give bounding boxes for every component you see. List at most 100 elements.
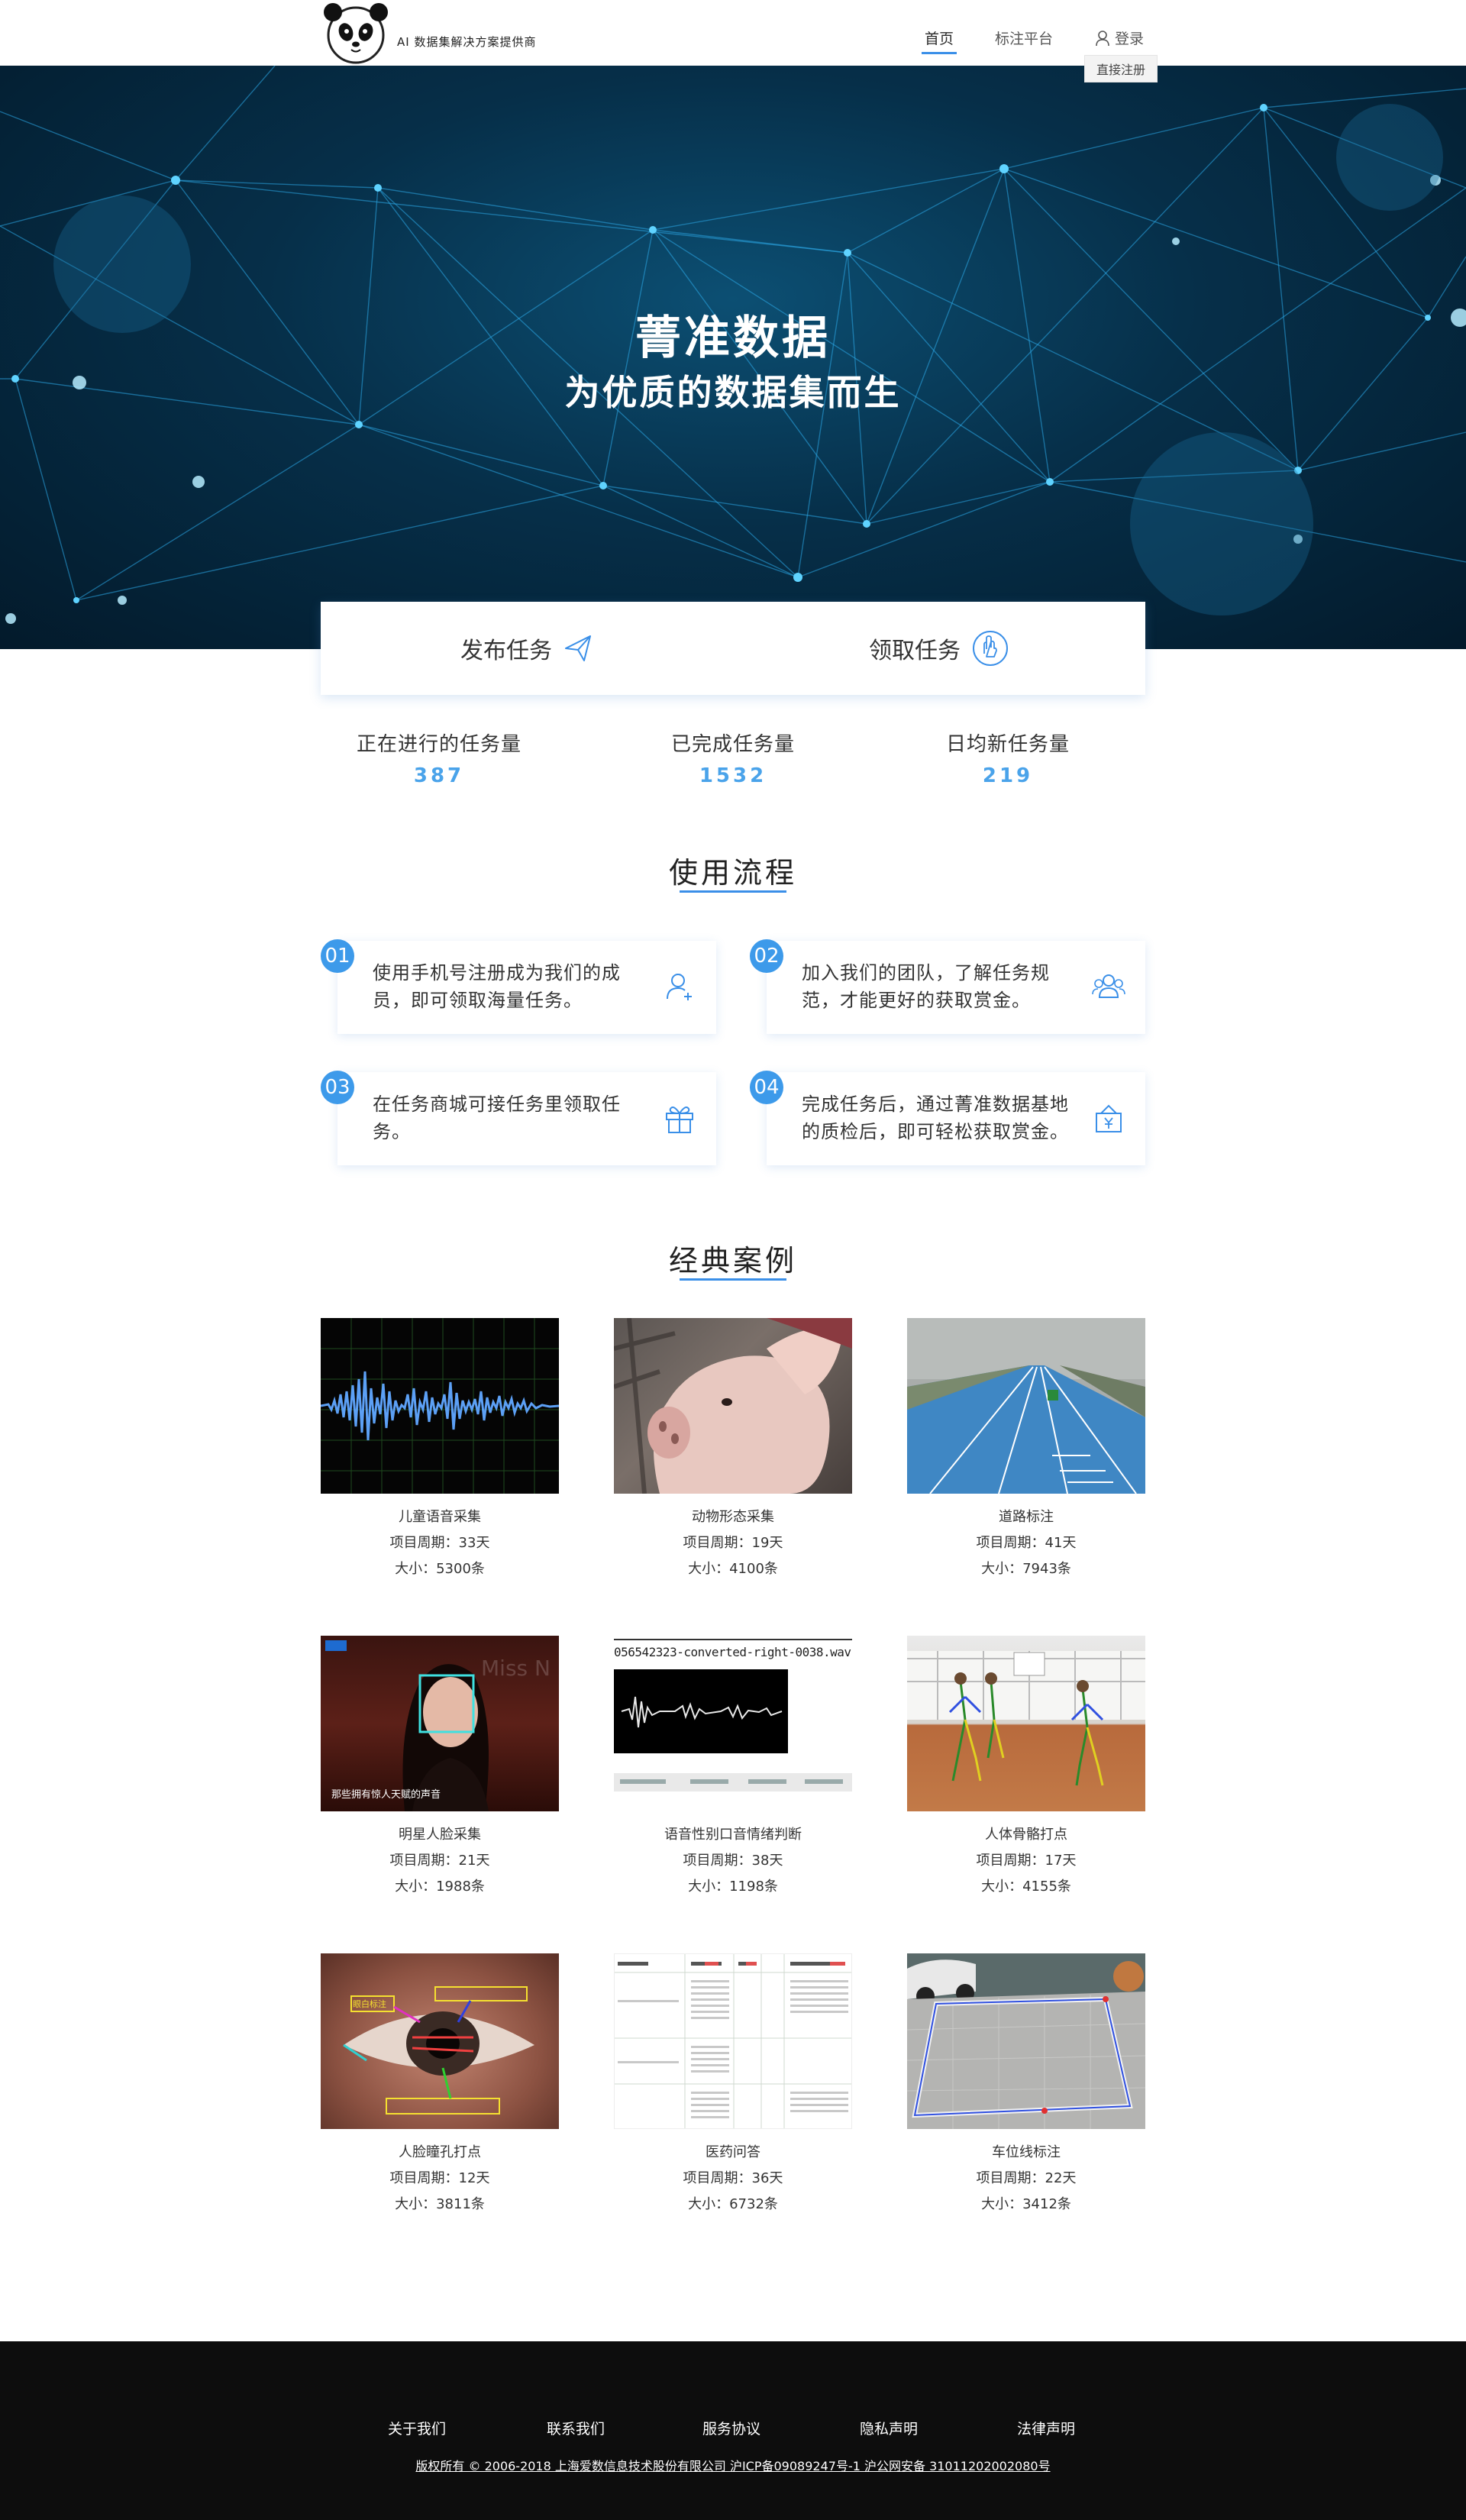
case-period: 项目周期：33天 (389, 1535, 490, 1551)
basketball-skeleton-image (907, 1651, 1145, 1786)
team-icon (1092, 974, 1125, 998)
case-card[interactable]: 眼白标注 人脸瞳孔打点 项目周期：12天 大小：3811条 (321, 1953, 559, 2213)
step-number: 03 (321, 1071, 354, 1104)
process-step-1: 01 使用手机号注册成为我们的成员，即可领取海量任务。 (321, 939, 716, 1034)
stat-value: 219 (982, 764, 1034, 787)
case-name: 人脸瞳孔打点 (399, 2144, 481, 2160)
case-thumbnail: Miss N 那些拥有惊人天赋的声音 (321, 1636, 559, 1811)
case-card[interactable]: 医药问答 项目周期：36天 大小：6732条 (614, 1953, 852, 2213)
footer-copyright[interactable]: 版权所有 © 2006-2018 上海爱数信息技术股份有限公司 沪ICP备090… (0, 2456, 1466, 2474)
login-label: 登录 (1115, 31, 1145, 47)
process-step-4: 04 完成任务后，通过菁准数据基地的质检后，即可轻松获取赏金。 (750, 1071, 1145, 1165)
case-card[interactable]: 056542323-converted-right-0038.wav 语音性别口… (614, 1636, 852, 1895)
case-thumbnail (614, 1953, 852, 2129)
case-name: 道路标注 (999, 1509, 1054, 1525)
receive-task-button[interactable]: 领取任务 (733, 602, 1145, 695)
case-size: 大小：6732条 (688, 2196, 778, 2212)
panda-logo[interactable] (321, 2, 391, 66)
case-period: 项目周期：21天 (389, 1853, 490, 1869)
stat-value: 1532 (699, 764, 767, 787)
stat-label: 已完成任务量 (670, 733, 795, 756)
step-number: 01 (321, 939, 354, 973)
stat-in-progress: 正在进行的任务量 387 (325, 729, 554, 787)
process-title-underline (680, 890, 786, 893)
publish-task-label: 发布任务 (460, 638, 552, 664)
process-step-3: 03 在任务商城可接任务里领取任务。 (321, 1071, 716, 1165)
case-thumbnail (907, 1953, 1145, 2129)
stat-label: 正在进行的任务量 (356, 733, 521, 756)
case-card[interactable]: 道路标注 项目周期：41天 大小：7943条 (907, 1318, 1145, 1578)
case-size: 大小：3412条 (981, 2196, 1071, 2212)
stat-completed: 已完成任务量 1532 (618, 729, 848, 787)
process-step-2: 02 加入我们的团队，了解任务规范，才能更好的获取赏金。 (750, 939, 1145, 1034)
nav-login[interactable]: 登录 (1095, 27, 1144, 48)
hero-banner: 菁准数据 为优质的数据集而生 (0, 66, 1466, 649)
case-card[interactable]: 动物形态采集 项目周期：19天 大小：4100条 (614, 1318, 852, 1578)
add-user-icon (667, 974, 692, 1000)
process-section-title: 使用流程 (668, 856, 797, 890)
case-size: 大小：7943条 (981, 1561, 1071, 1577)
gift-icon (666, 1107, 693, 1133)
medical-qa-table-image (615, 1954, 851, 2128)
case-period: 项目周期：17天 (976, 1853, 1077, 1869)
step-text: 使用手机号注册成为我们的成员，即可领取海量任务。 (373, 962, 621, 1011)
case-period: 项目周期：22天 (976, 2170, 1077, 2186)
nav-annotation-platform[interactable]: 标注平台 (995, 27, 1053, 48)
case-name: 儿童语音采集 (399, 1509, 481, 1525)
stat-daily-new: 日均新任务量 219 (893, 729, 1122, 787)
case-name: 动物形态采集 (692, 1509, 774, 1525)
step-number: 02 (750, 939, 783, 973)
face-caption: 那些拥有惊人天赋的声音 (331, 1789, 441, 1801)
case-size: 大小：1198条 (688, 1879, 778, 1895)
footer-link-terms[interactable]: 服务协议 (702, 2418, 760, 2438)
publish-task-button[interactable]: 发布任务 (321, 602, 733, 695)
case-thumbnail (614, 1318, 852, 1494)
case-period: 项目周期：41天 (976, 1535, 1077, 1551)
eye-label-tag: 眼白标注 (353, 1999, 386, 2009)
footer-link-contact[interactable]: 联系我们 (547, 2418, 605, 2438)
case-size: 大小：5300条 (395, 1561, 485, 1577)
svg-text:Miss N: Miss N (481, 1656, 551, 1681)
case-card[interactable]: Miss N 那些拥有惊人天赋的声音 明星人脸采集 项目周期：21天 大小：19… (321, 1636, 559, 1895)
case-size: 大小：4155条 (981, 1879, 1071, 1895)
paper-plane-icon (565, 635, 591, 661)
case-period: 项目周期：19天 (683, 1535, 783, 1551)
cases-title-underline (680, 1278, 786, 1281)
case-thumbnail: 眼白标注 (321, 1953, 559, 2129)
case-name: 明星人脸采集 (399, 1827, 481, 1843)
hero-title: 菁准数据 (635, 312, 831, 365)
hero-subtitle: 为优质的数据集而生 (564, 372, 902, 413)
parking-line-image (907, 1953, 1145, 2129)
case-size: 大小：3811条 (395, 2196, 485, 2212)
register-dropdown-item[interactable]: 直接注册 (1084, 55, 1158, 82)
step-text: 在任务商城可接任务里领取任务。 (373, 1094, 621, 1142)
waveform-image (321, 1318, 559, 1494)
site-footer: 关于我们 联系我们 服务协议 隐私声明 法律声明 (0, 2341, 1466, 2520)
case-thumbnail (907, 1636, 1145, 1811)
case-size: 大小：1988条 (395, 1879, 485, 1895)
case-period: 项目周期：38天 (683, 1853, 783, 1869)
footer-link-privacy[interactable]: 隐私声明 (860, 2418, 918, 2438)
money-bag-icon (1096, 1104, 1122, 1132)
road-image (907, 1318, 1145, 1494)
footer-link-about[interactable]: 关于我们 (388, 2418, 446, 2438)
case-size: 大小：4100条 (688, 1561, 778, 1577)
footer-link-legal[interactable]: 法律声明 (1017, 2418, 1075, 2438)
case-period: 项目周期：36天 (683, 2170, 783, 2186)
face-image: Miss N (325, 1640, 551, 1811)
case-thumbnail (321, 1318, 559, 1494)
eye-annotation-image (343, 1986, 534, 2115)
case-card[interactable]: 车位线标注 项目周期：22天 大小：3412条 (907, 1953, 1145, 2213)
stat-value: 387 (413, 764, 465, 787)
case-thumbnail (907, 1318, 1145, 1494)
hand-coin-icon (973, 631, 1008, 666)
case-card[interactable]: 人体骨骼打点 项目周期：17天 大小：4155条 (907, 1636, 1145, 1895)
case-card[interactable]: 儿童语音采集 项目周期：33天 大小：5300条 (321, 1318, 559, 1578)
case-name: 医药问答 (706, 2144, 760, 2160)
cases-section-title: 经典案例 (668, 1244, 797, 1278)
case-name: 人体骨骼打点 (985, 1827, 1067, 1843)
step-number: 04 (750, 1071, 783, 1104)
nav-home[interactable]: 首页 (921, 27, 957, 54)
case-name: 语音性别口音情绪判断 (664, 1827, 802, 1843)
audio-waveform-image (614, 1639, 852, 1791)
